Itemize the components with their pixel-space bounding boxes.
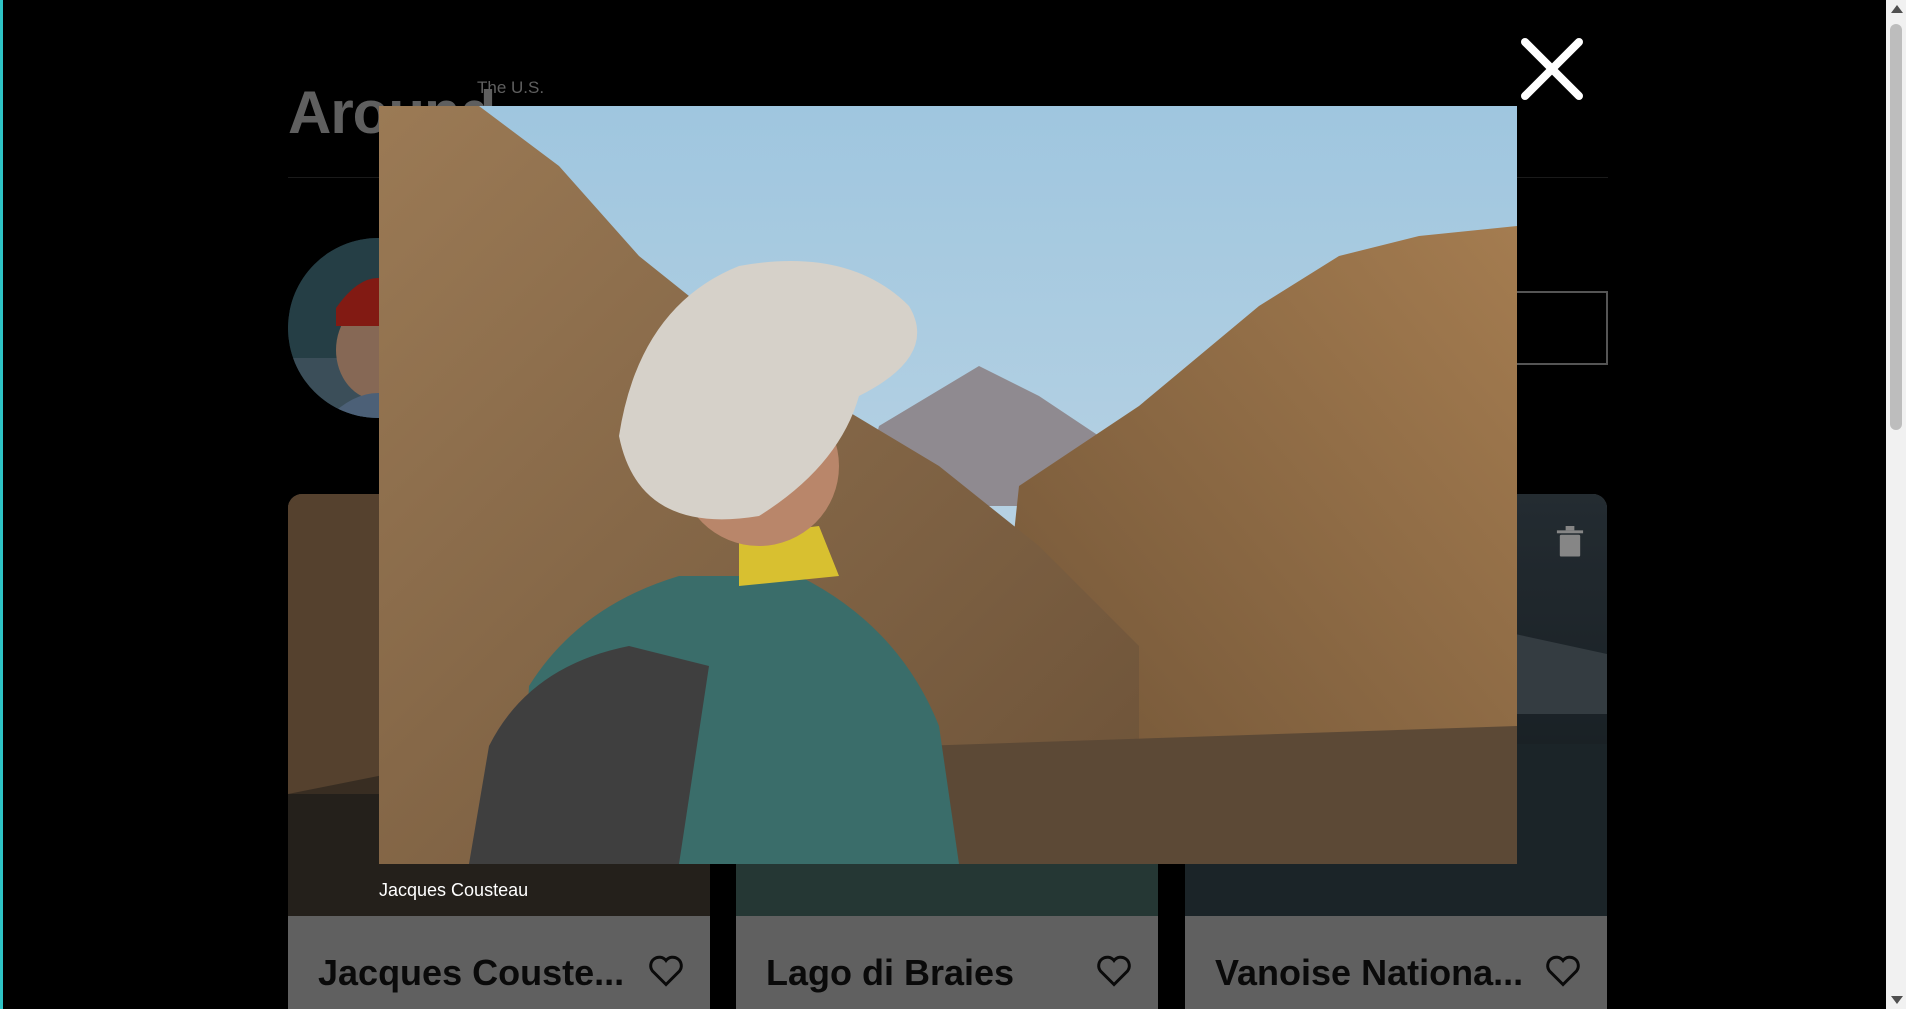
vertical-scrollbar[interactable]: [1886, 0, 1906, 1009]
scrollbar-thumb[interactable]: [1890, 24, 1902, 430]
scroll-down-icon[interactable]: [1891, 996, 1903, 1004]
scroll-up-icon[interactable]: [1891, 5, 1903, 13]
modal-caption: Jacques Cousteau: [379, 880, 529, 900]
modal-image: [379, 106, 1517, 864]
page: Around The U.S. Jacques Couste...: [0, 0, 1889, 1009]
close-icon[interactable]: [1517, 34, 1587, 104]
